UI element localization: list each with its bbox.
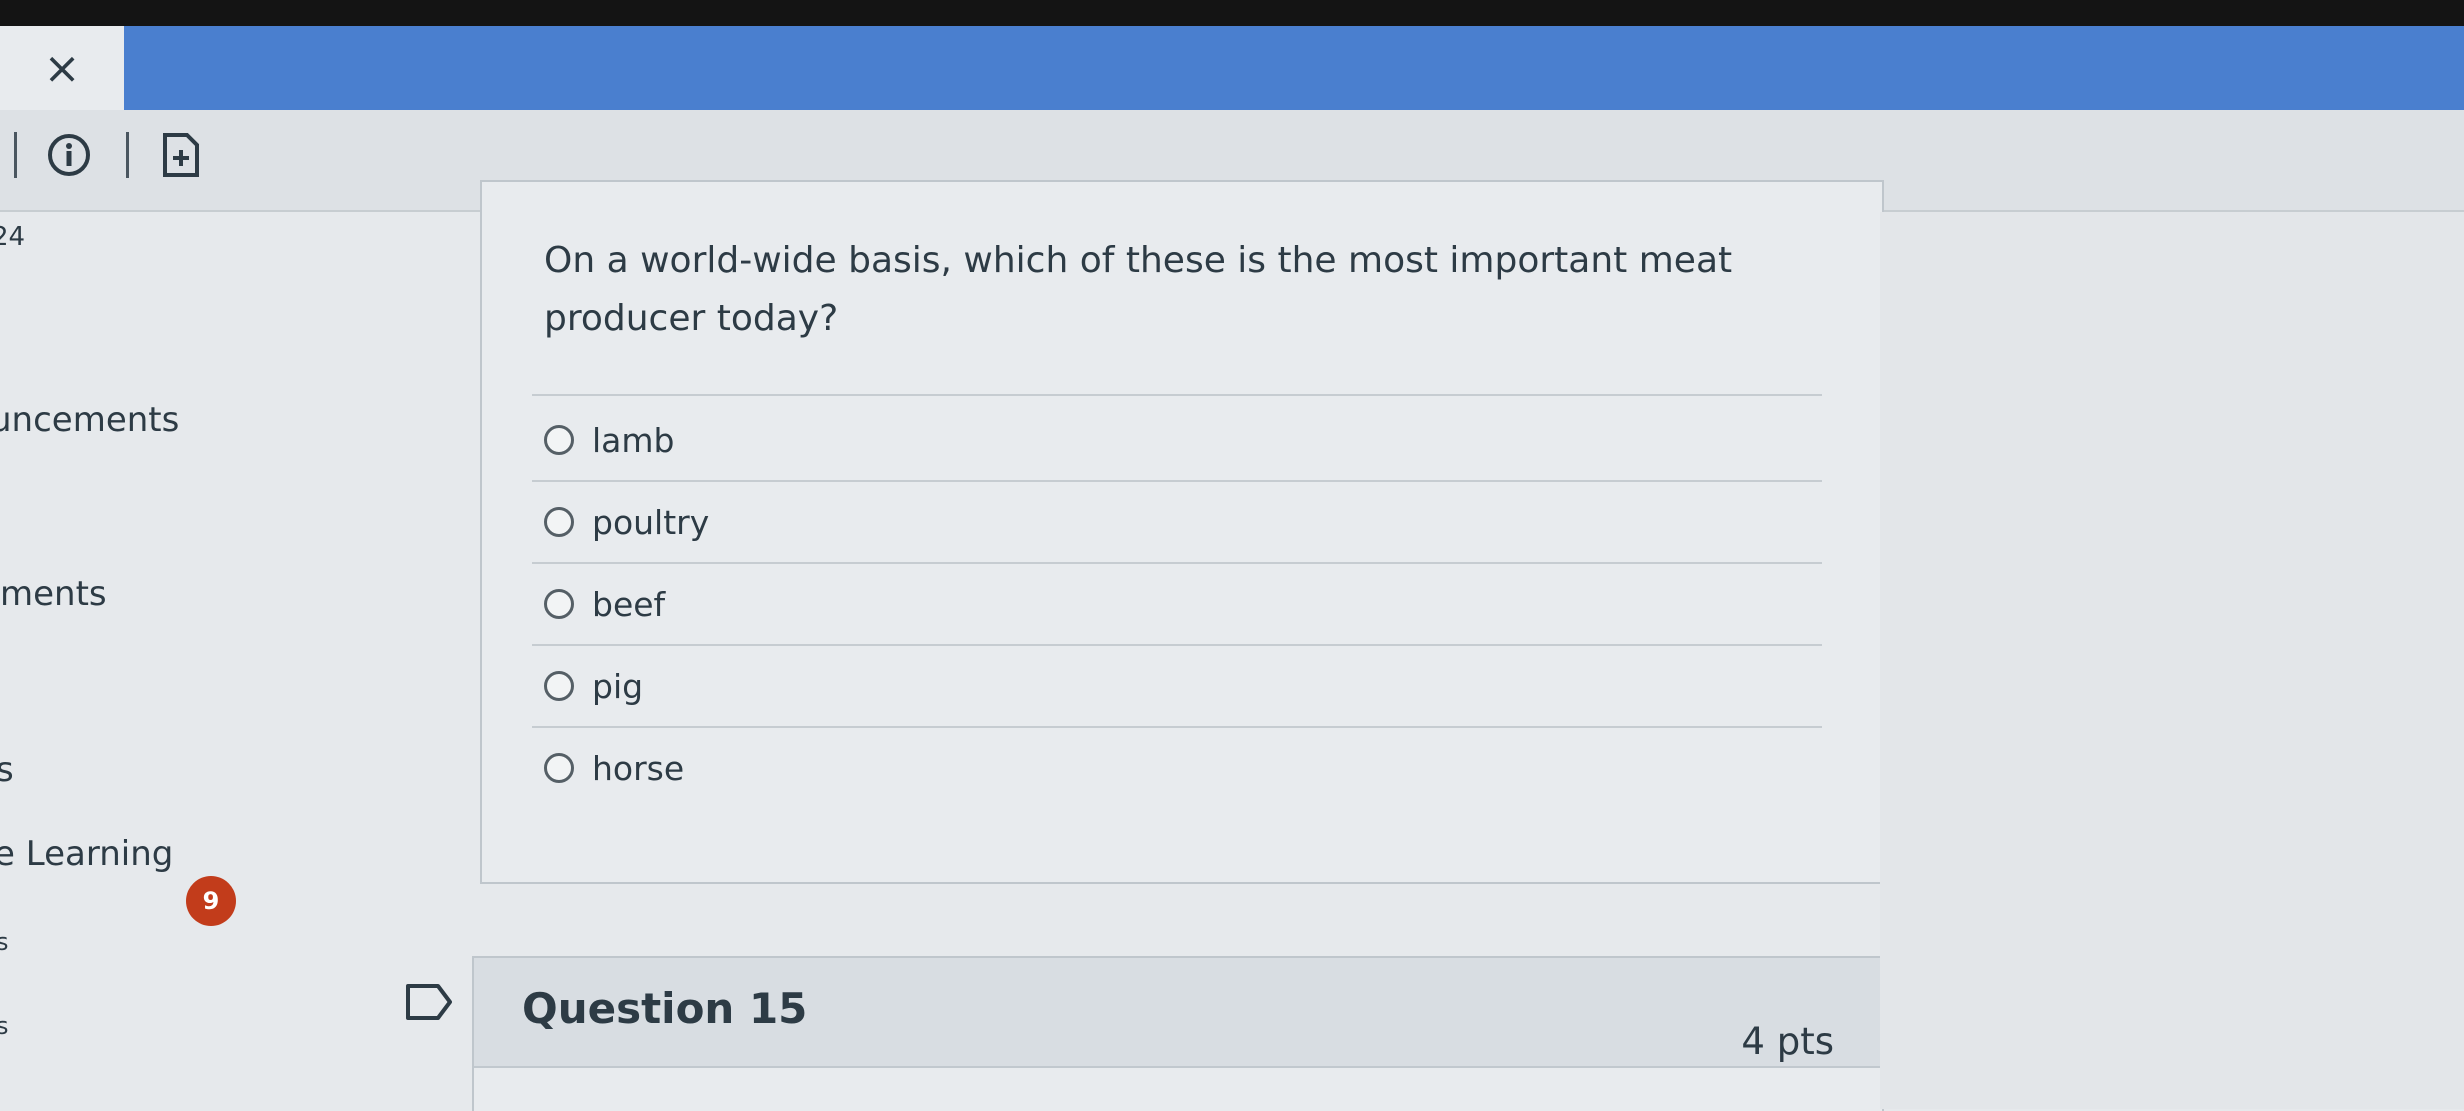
radio-button[interactable]: [544, 589, 574, 619]
question-card: On a world-wide basis, which of these is…: [480, 180, 1884, 884]
radio-button[interactable]: [544, 671, 574, 701]
notification-badge: 9: [186, 876, 236, 926]
sidebar-item[interactable]: s: [0, 928, 9, 956]
info-icon[interactable]: [42, 128, 96, 182]
answer-label: beef: [592, 584, 666, 624]
answer-label: lamb: [592, 420, 675, 460]
flag-question-icon[interactable]: [404, 982, 456, 1022]
add-file-icon[interactable]: [154, 128, 208, 182]
sidebar-item[interactable]: s: [0, 1012, 9, 1040]
sidebar-item[interactable]: 24: [0, 222, 25, 252]
radio-button[interactable]: [544, 425, 574, 455]
top-banner: [0, 26, 2464, 110]
answer-label: horse: [592, 748, 685, 788]
close-icon[interactable]: ×: [0, 26, 124, 110]
question-text: On a world-wide basis, which of these is…: [544, 240, 1733, 339]
sidebar-item-assignments[interactable]: ments: [0, 574, 107, 614]
radio-button[interactable]: [544, 507, 574, 537]
sidebar-item-announcements[interactable]: uncements: [0, 400, 179, 440]
answer-divider: [532, 394, 1822, 396]
toolbar-divider: [14, 132, 17, 178]
answer-label: pig: [592, 666, 644, 706]
question-header: Question 15 4 pts: [474, 958, 1882, 1068]
question-points: 4 pts: [1741, 1020, 1834, 1063]
sidebar-item-learning[interactable]: e Learning: [0, 834, 173, 874]
question-title: Question 15: [522, 984, 808, 1033]
answer-divider: [532, 480, 1822, 482]
answer-option[interactable]: poultry: [544, 492, 709, 552]
answer-option[interactable]: pig: [544, 656, 643, 716]
toolbar-divider: [126, 132, 129, 178]
answer-option[interactable]: lamb: [544, 410, 674, 470]
answer-option[interactable]: beef: [544, 574, 665, 634]
course-sidebar: 24 uncements ments 9 s e Learning s s: [0, 212, 240, 1109]
answer-divider: [532, 562, 1822, 564]
right-panel: [1880, 212, 2464, 1109]
answer-divider: [532, 644, 1822, 646]
sidebar-item[interactable]: s: [0, 750, 14, 790]
answer-label: poultry: [592, 502, 710, 542]
question-card: Question 15 4 pts: [472, 956, 1884, 1111]
radio-button[interactable]: [544, 753, 574, 783]
screen-bezel: [0, 0, 2464, 26]
answer-divider: [532, 726, 1822, 728]
answer-option[interactable]: horse: [544, 738, 684, 798]
